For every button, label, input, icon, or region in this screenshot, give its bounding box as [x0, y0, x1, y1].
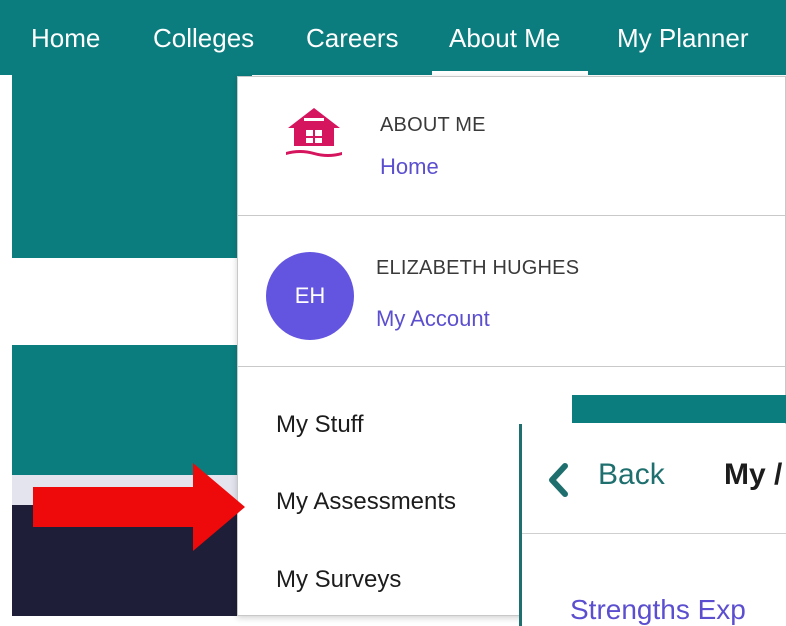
my-account-link[interactable]: My Account: [376, 306, 490, 332]
nav-item-home[interactable]: Home: [31, 20, 100, 56]
panel-divider: [522, 533, 786, 534]
dropdown-divider: [237, 215, 786, 216]
nav-item-my-planner[interactable]: My Planner: [617, 20, 749, 56]
back-button[interactable]: Back: [598, 458, 665, 492]
nav-item-about-me[interactable]: About Me: [449, 20, 560, 56]
user-name: ELIZABETH HUGHES: [376, 257, 580, 279]
panel-header-strip: [572, 395, 786, 423]
nav-item-colleges[interactable]: Colleges: [153, 20, 254, 56]
menu-item-my-assessments[interactable]: My Assessments: [276, 488, 456, 516]
menu-item-my-stuff[interactable]: My Stuff: [276, 411, 364, 439]
nav-item-careers[interactable]: Careers: [306, 20, 398, 56]
strengths-explorer-link[interactable]: Strengths Exp: [570, 594, 746, 626]
background-band: [12, 345, 252, 475]
dropdown-divider: [237, 366, 786, 367]
menu-item-my-surveys[interactable]: My Surveys: [276, 566, 401, 594]
panel-title: My /: [724, 458, 783, 491]
avatar[interactable]: EH: [266, 252, 354, 340]
chevron-left-icon[interactable]: [545, 462, 571, 498]
about-me-heading: ABOUT ME: [380, 114, 486, 136]
house-icon: [286, 108, 342, 157]
background-gap: [12, 258, 252, 345]
about-me-home-link[interactable]: Home: [380, 154, 439, 180]
background-hero: [12, 75, 252, 258]
red-arrow-annotation: [33, 463, 245, 551]
